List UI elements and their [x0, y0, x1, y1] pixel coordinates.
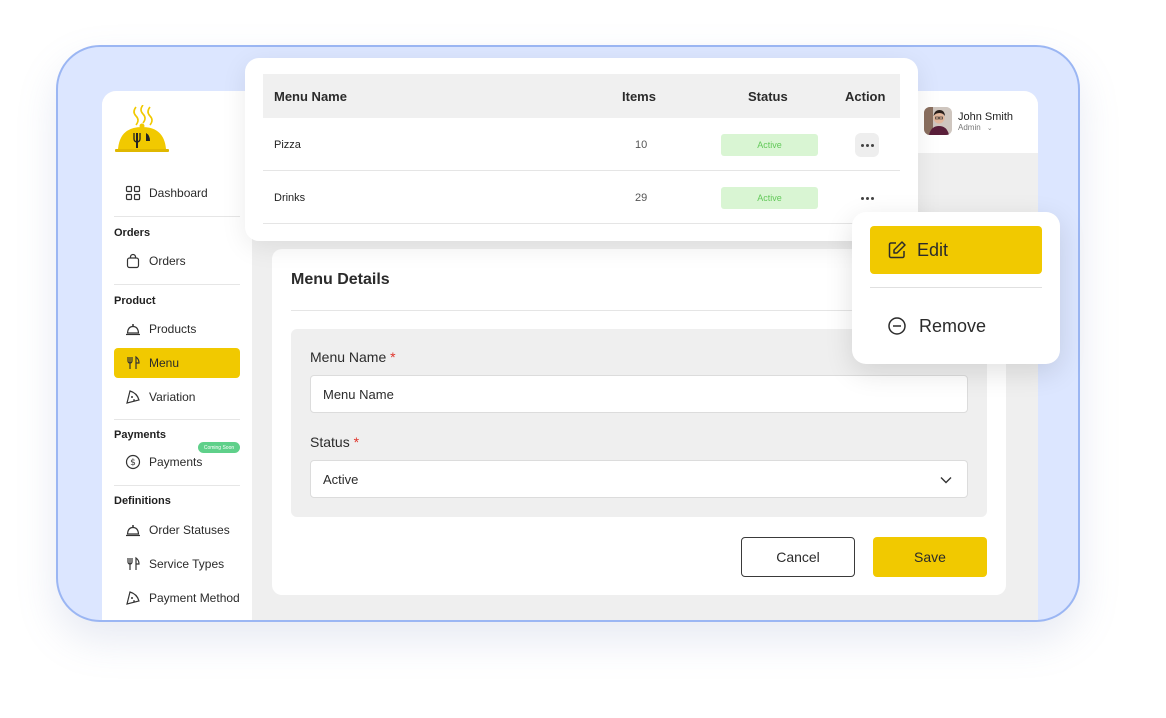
- sidebar-item-products[interactable]: Products: [114, 314, 240, 344]
- dollar-icon: $: [125, 454, 141, 470]
- remove-menu-item[interactable]: Remove: [870, 302, 1042, 350]
- sidebar-item-variation[interactable]: Variation: [114, 382, 240, 412]
- table-header: Menu Name Items Status Action: [263, 74, 900, 118]
- sidebar-item-label: Variation: [149, 390, 196, 404]
- fork-knife-icon: [127, 556, 140, 570]
- sidebar-item-service-types[interactable]: Service Types: [114, 549, 240, 579]
- sidebar-item-order-statuses[interactable]: Order Statuses: [114, 515, 240, 545]
- required-mark: *: [390, 349, 396, 365]
- status-badge: Active: [721, 187, 818, 209]
- column-header-action: Action: [845, 89, 886, 104]
- more-options-button[interactable]: [855, 186, 879, 210]
- sidebar-item-label: Products: [149, 322, 197, 336]
- page-title: Menu Details: [291, 271, 390, 288]
- edit-icon: [888, 241, 906, 259]
- sidebar-item-label: Dashboard: [149, 186, 208, 200]
- user-photo-icon: [924, 107, 952, 135]
- status-label: Status *: [310, 434, 360, 450]
- user-role: Admin ⌄: [958, 122, 993, 132]
- edit-label: Edit: [917, 239, 949, 260]
- table-row: Drinks 29 Active: [263, 171, 900, 224]
- divider: [870, 287, 1042, 288]
- more-dots-icon: [860, 143, 864, 147]
- avatar: [924, 107, 952, 135]
- status-select-value: Active: [323, 471, 359, 487]
- required-mark: *: [353, 434, 360, 450]
- svg-text:$: $: [130, 458, 136, 468]
- sidebar-divider: [114, 485, 240, 486]
- sidebar-item-label: Payment Method: [149, 591, 240, 605]
- section-title-payments: Payments: [114, 429, 166, 441]
- remove-label: Remove: [919, 315, 987, 336]
- menu-name-label: Menu Name *: [310, 349, 396, 365]
- row-items: 29: [635, 192, 648, 204]
- sidebar-item-label: Payments: [149, 455, 203, 469]
- save-button[interactable]: Save: [873, 537, 987, 577]
- sidebar-divider: [114, 216, 240, 217]
- status-badge: Active: [721, 134, 818, 156]
- section-title-product: Product: [114, 295, 156, 307]
- sidebar-item-label: Service Types: [149, 557, 225, 571]
- pizza-icon: [126, 390, 140, 404]
- cloche-icon: [126, 525, 140, 537]
- sidebar-item-label: Menu: [149, 356, 180, 370]
- column-header-status: Status: [748, 89, 788, 104]
- fork-knife-icon: [127, 355, 140, 369]
- user-name: John Smith: [958, 110, 1014, 123]
- row-name: Drinks: [274, 192, 306, 204]
- action-menu-popup: Edit Remove: [852, 212, 1060, 364]
- cloche-icon: [126, 324, 140, 336]
- edit-menu-item[interactable]: Edit: [870, 226, 1042, 274]
- sidebar-divider: [114, 419, 240, 420]
- sidebar-item-label: Orders: [149, 254, 186, 268]
- sidebar-item-payments[interactable]: $ Payments: [114, 447, 240, 477]
- row-items: 10: [635, 139, 648, 151]
- column-header-menu-name: Menu Name: [274, 89, 347, 104]
- bag-icon: [126, 253, 140, 269]
- chevron-down-icon: [940, 477, 952, 484]
- menu-name-input[interactable]: Menu Name: [310, 375, 968, 413]
- menu-table-card: Menu Name Items Status Action Pizza 10 A…: [245, 58, 918, 241]
- sidebar-item-menu[interactable]: Menu: [114, 348, 240, 378]
- table-row: Pizza 10 Active: [263, 118, 900, 171]
- row-name: Pizza: [274, 139, 301, 151]
- pizza-icon: [126, 591, 140, 605]
- status-select[interactable]: Active: [310, 460, 968, 498]
- minus-circle-icon: [888, 317, 906, 335]
- sidebar-item-orders[interactable]: Orders: [114, 246, 240, 276]
- section-title-definitions: Definitions: [114, 495, 171, 507]
- user-profile[interactable]: John Smith Admin ⌄: [924, 107, 1013, 135]
- sidebar-item-payment-method[interactable]: Payment Method: [114, 583, 240, 613]
- sidebar-item-label: Order Statuses: [149, 523, 230, 537]
- cancel-button[interactable]: Cancel: [741, 537, 855, 577]
- more-dots-icon: [860, 196, 864, 200]
- sidebar-divider: [114, 284, 240, 285]
- sidebar-item-dashboard[interactable]: Dashboard: [114, 178, 240, 208]
- section-title-orders: Orders: [114, 227, 151, 239]
- chevron-down-icon: ⌄: [986, 124, 993, 132]
- sidebar: Dashboard Orders Orders Product Products…: [102, 91, 252, 620]
- more-options-button[interactable]: [855, 133, 879, 157]
- chef-cloche-icon: [115, 105, 169, 152]
- grid-icon: [125, 185, 141, 201]
- column-header-items: Items: [622, 89, 656, 104]
